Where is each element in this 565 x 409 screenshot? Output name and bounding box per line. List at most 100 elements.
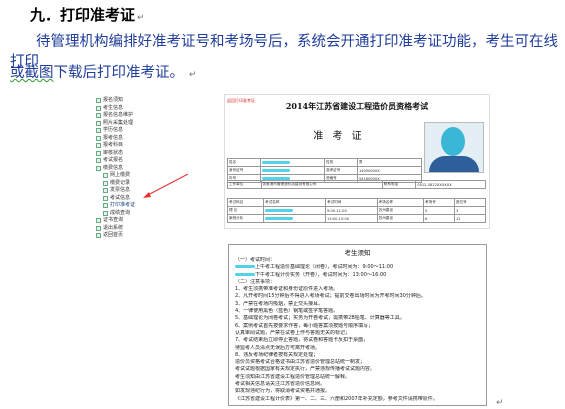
notice-line: 待监考人员清点无误后方可离开考场。: [235, 345, 481, 352]
exam-header-cell: 考试科目: [226, 198, 265, 207]
exam-cell: 案例分析: [226, 214, 265, 223]
notice-line-text: 考试试题根据国家有关规定执行，严禁违规传播考试试题内容。: [235, 366, 376, 373]
exam-cell: 12: [454, 214, 486, 223]
folder-icon: [96, 113, 101, 119]
folder-icon: [96, 150, 101, 156]
tree-item-label: 证书查询: [103, 217, 124, 223]
notice-line: 3、严禁在考场内吸烟，禁止交头接耳。: [235, 301, 481, 308]
tree-item[interactable]: 报考信息: [96, 135, 181, 143]
tree-item[interactable]: 照片采集处理: [96, 120, 181, 128]
folder-icon: [96, 165, 101, 171]
notice-line-text: （一）考试时间：: [235, 257, 276, 263]
tree-item[interactable]: 打印准考证: [96, 202, 181, 210]
redacted-value: [235, 272, 255, 276]
exam-cell: 9:00-11:00: [325, 206, 378, 215]
folder-icon: [96, 135, 101, 141]
redacted-value: [265, 209, 294, 212]
tree-item-label: 网上缴费: [110, 172, 131, 178]
tree-item[interactable]: 退出系统: [96, 225, 181, 233]
red-arrow-icon: [143, 173, 189, 198]
tree-item-label: 退出系统: [103, 224, 124, 231]
nav-tree: 报名须知 考生信息 报名信息维护 照片采集处理 学历信息 报考信息 报考科目 审核状态 考试报名…: [96, 97, 181, 240]
notice-line: 1、考生须携带准考证和身份证原件进入考场。: [235, 286, 481, 293]
notice-line: 4、一律使用黑色（蓝色）钢笔或签字笔答题。: [235, 308, 481, 315]
tree-item[interactable]: 考生信息: [96, 105, 181, 113]
exam-header-cell: 考试名称: [263, 198, 327, 207]
tree-item[interactable]: 报考科目: [96, 142, 181, 150]
tree-item[interactable]: 审核状态: [96, 150, 181, 158]
notice-line-text: 1、考生须携带准考证和身份证原件进入考场。: [235, 286, 339, 293]
exam-cell: 苏州建设: [376, 214, 425, 223]
notice-line: 如发现违纪行为，将取消考试资格并通报。: [235, 388, 481, 395]
exam-header-cell: 考试时间: [325, 198, 378, 207]
tree-item[interactable]: 证书查询: [96, 217, 181, 225]
folder-icon: [96, 143, 101, 149]
notice-line: 认真审阅试题，严禁在试卷上作与答题无关的标记；: [235, 330, 481, 337]
tree-item[interactable]: 报名信息维护: [96, 112, 181, 120]
info-cell: [259, 166, 325, 175]
notice-line-text: 造价员资格考试合格证书由江苏省造价管理总站统一制发；: [235, 359, 366, 366]
notice-line-text: 4、一律使用黑色（蓝色）钢笔或签字笔答题。: [235, 308, 339, 315]
notice-line-text: 认真审阅试题，严禁在试卷上作与答题无关的标记；: [235, 329, 351, 336]
document-icon: [103, 210, 108, 216]
exam-row: 理 论 9:00-11:00 苏州建设 5 3: [226, 206, 486, 215]
paragraph-mark-icon: ↵: [186, 70, 197, 80]
folder-icon: [96, 218, 101, 224]
exam-header-cell: 座位号: [454, 198, 486, 207]
notice-line-text: 下午考工程计价实务（开卷），考试时间为：13:00～16:00: [255, 271, 387, 278]
notice-line: 7、考试结束后立即停止答题，将试卷和答题卡反扣于桌面，: [235, 337, 481, 344]
notice-line: 8、违反考场纪律者按有关规定处理；: [235, 352, 481, 359]
notice-line-text: （二）注意事项：: [235, 278, 276, 285]
info-row: 身份证号 准考证号 14050000X: [227, 166, 423, 175]
redacted-value: [261, 169, 290, 172]
tree-item[interactable]: 报名须知: [96, 97, 181, 105]
notice-line: 5、基础理论为闭卷考试；实务为开卷考试，需携带2B铅笔、计算器等工具。: [235, 315, 481, 322]
notice-line: 上午考工程造价基础理论（闭卷），考试时间为：9:00～11:00: [235, 264, 481, 271]
notice-line: （二）注意事项：: [235, 279, 481, 286]
tree-item[interactable]: 缴费信息: [96, 165, 181, 173]
info-cell: [259, 158, 325, 167]
folder-icon: [96, 225, 101, 231]
exam-cell: 13:00-15:00: [325, 214, 378, 223]
notice-line-text: 7、考试结束后立即停止答题，将试卷和答题卡反扣于桌面，: [235, 337, 369, 344]
notice-line-text: 5、基础理论为闭卷考试；实务为开卷考试，需携带2B铅笔、计算器等工具。: [235, 315, 405, 322]
notice-line: 考生须知由江苏省建设工程造价管理总站统一解释。: [235, 374, 481, 381]
info-cell: 准考证号: [323, 166, 358, 175]
tree-item-label: 审核状态: [103, 149, 124, 156]
admission-ticket: 返回打印准考证 2014年江苏省建设工程造价员资格考试 准 考 证 姓名 性别男身…: [224, 94, 490, 229]
info-cell: 性别: [323, 158, 358, 167]
notice-line-text: 上午考工程造价基础理论（闭卷），考试时间为：9:00～11:00: [255, 264, 394, 271]
ticket-title: 2014年江苏省建设工程造价员资格考试: [285, 101, 429, 111]
tree-item[interactable]: 返回首页: [96, 232, 181, 240]
notice-line: 《江苏省建设工程计价表》第一、二、三、六册和2007年补充定额，参考文件请携带原…: [235, 396, 481, 403]
tree-item[interactable]: 成绩查询: [96, 210, 181, 218]
notice-line-text: 6、案例考试首先按要求作答，每小题答案须按题号顺序填写；: [235, 322, 374, 329]
tree-item-label: 报考信息: [103, 134, 124, 141]
tree-item[interactable]: 考试报名: [96, 157, 181, 165]
tree-item[interactable]: 学历信息: [96, 127, 181, 135]
org-row: 工作单位 张家港市管理造价站建设有限公司 联系电话 0512-5822XXXXXX: [227, 180, 486, 189]
document-icon: [103, 173, 108, 179]
folder-icon: [96, 105, 101, 111]
exam-schedule-table: 考试科目 考试名称 考试时间 考场名称 考场号 座位号理 论 9:00-11:00 苏州建设 5…: [226, 198, 486, 223]
exam-header-row: 考试科目 考试名称 考试时间 考场名称 考场号 座位号: [226, 198, 486, 207]
folder-icon: [96, 128, 101, 134]
notice-line: 6、案例考试首先按要求作答，每小题答案须按题号顺序填写；: [235, 323, 481, 330]
notice-line-text: 考生须知由江苏省建设工程造价管理总站统一解释。: [235, 373, 351, 380]
tree-item-label: 成绩查询: [110, 209, 131, 216]
face-blur: [441, 127, 465, 156]
notice-body: （一）考试时间： 上午考工程造价基础理论（闭卷），考试时间为：9:00～11:00…: [235, 257, 481, 403]
exam-cell: 苏州建设: [376, 206, 425, 215]
tree-item-label: 学历信息: [103, 127, 124, 133]
folder-icon: [96, 158, 101, 164]
exam-row: 案例分析 13:00-15:00 苏州建设 6 12: [226, 214, 486, 223]
tree-item-label: 考试报名: [103, 157, 124, 163]
folder-icon: [96, 120, 101, 126]
tree-item-label: 报名须知: [103, 97, 124, 103]
paragraph-mark-icon: ↵: [137, 13, 145, 23]
document-icon: [103, 203, 108, 209]
tree-item-label: 发票信息: [110, 187, 131, 193]
tree-item-label: 缴费记录: [110, 179, 131, 186]
tree-item-label: 考生信息: [103, 104, 124, 111]
folder-icon: [96, 233, 101, 239]
